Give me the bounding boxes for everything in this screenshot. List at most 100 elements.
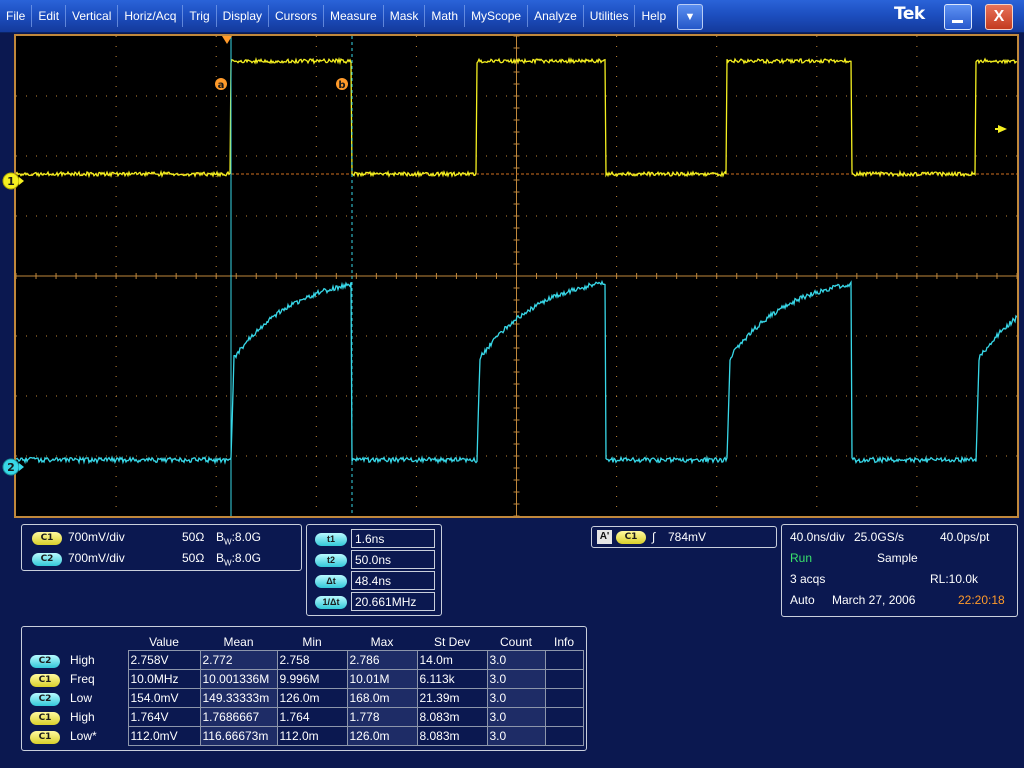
menu-mask[interactable]: Mask — [384, 0, 425, 32]
header-blank — [28, 633, 68, 651]
menu-myscope[interactable]: MyScope — [465, 0, 527, 32]
measurement-min: 1.764 — [277, 708, 347, 727]
cursor-readout-panel: t1 1.6ns t2 50.0ns Δt 48.4ns 1/Δt 20.661… — [306, 524, 442, 616]
menu-separator — [268, 5, 269, 27]
ch1-bw-value: :8.0G — [232, 530, 261, 544]
trigger-panel[interactable]: A' C1 ∫ 784mV — [591, 526, 777, 548]
measurement-source-badge[interactable]: C1 — [30, 712, 60, 725]
measurement-value: 154.0mV — [128, 689, 200, 708]
waveform-display[interactable]: a b — [14, 34, 1019, 518]
measurement-stdev: 8.083m — [417, 708, 487, 727]
measurement-row[interactable]: C2 High 2.758V 2.772 2.758 2.786 14.0m 3… — [28, 651, 583, 670]
menu-utilities[interactable]: Utilities — [584, 0, 635, 32]
measurement-count: 3.0 — [487, 708, 545, 727]
measurement-max: 10.01M — [347, 670, 417, 689]
menu-help[interactable]: Help — [635, 0, 672, 32]
menu-separator — [182, 5, 183, 27]
menu-cursors[interactable]: Cursors — [269, 0, 323, 32]
menu-display[interactable]: Display — [217, 0, 268, 32]
menu-bar: File Edit Vertical Horiz/Acq Trig Displa… — [0, 0, 1024, 33]
menu-separator — [464, 5, 465, 27]
acquisition-mode: Sample — [877, 551, 918, 565]
tek-logo: Tek — [894, 4, 925, 24]
ch2-vertical-row[interactable]: C2 700mV/div 50Ω BW:8.0G — [30, 550, 300, 568]
timebase: 40.0ns/div — [790, 530, 845, 544]
cursor-t1-value: 1.6ns — [351, 529, 435, 548]
header-info: Info — [545, 633, 583, 651]
measurement-stdev: 8.083m — [417, 727, 487, 746]
measurement-mean: 116.66673m — [200, 727, 277, 746]
cursor-delta-value: 48.4ns — [351, 571, 435, 590]
trigger-mode: Auto — [790, 593, 815, 607]
measurement-stdev: 6.113k — [417, 670, 487, 689]
toolbar-dropdown-button[interactable]: ▼ — [677, 4, 703, 30]
measurement-row[interactable]: C1 Low* 112.0mV 116.66673m 112.0m 126.0m… — [28, 727, 583, 746]
measurement-row[interactable]: C1 Freq 10.0MHz 10.001336M 9.996M 10.01M… — [28, 670, 583, 689]
cursor-delta-row[interactable]: Δt 48.4ns — [313, 571, 437, 591]
ch1-marker-label: 1 — [7, 175, 15, 188]
menu-items: File Edit Vertical Horiz/Acq Trig Displa… — [0, 0, 672, 32]
cursor-inverse-delta-value: 20.661MHz — [351, 592, 435, 611]
menu-horiz-acq[interactable]: Horiz/Acq — [118, 0, 182, 32]
rising-edge-icon: ∫ — [652, 530, 655, 544]
menu-trig[interactable]: Trig — [183, 0, 215, 32]
minimize-button[interactable] — [944, 4, 972, 30]
menu-math[interactable]: Math — [425, 0, 464, 32]
measurement-stdev: 14.0m — [417, 651, 487, 670]
header-value: Value — [128, 633, 200, 651]
measurement-table: Value Mean Min Max St Dev Count Info C2 … — [28, 633, 584, 746]
ch2-bw-value: :8.0G — [232, 551, 261, 565]
measurement-source-badge[interactable]: C1 — [30, 731, 60, 744]
menu-separator — [117, 5, 118, 27]
measurement-source-badge[interactable]: C2 — [30, 655, 60, 668]
measurement-info — [545, 651, 583, 670]
measurement-source-badge[interactable]: C2 — [30, 693, 60, 706]
measurement-value: 1.764V — [128, 708, 200, 727]
ch1-vertical-row[interactable]: C1 700mV/div 50Ω BW:8.0G — [30, 529, 300, 547]
channel-marker-strip: 1 2 — [0, 36, 30, 516]
chevron-down-icon: ▼ — [685, 11, 696, 23]
measurement-name: High — [68, 708, 128, 727]
close-button[interactable]: X — [985, 4, 1013, 30]
cursor-inverse-delta-row[interactable]: 1/Δt 20.661MHz — [313, 592, 437, 612]
cursor-t2-row[interactable]: t2 50.0ns — [313, 550, 437, 570]
cursor-t1-row[interactable]: t1 1.6ns — [313, 529, 437, 549]
measurement-max: 2.786 — [347, 651, 417, 670]
menu-file[interactable]: File — [0, 0, 31, 32]
measurement-source-cell: C2 — [28, 689, 68, 708]
ch1-marker-arrow — [19, 177, 24, 185]
measurement-max: 168.0m — [347, 689, 417, 708]
menu-measure[interactable]: Measure — [324, 0, 383, 32]
measurement-value: 10.0MHz — [128, 670, 200, 689]
cursor-b-label: b — [338, 80, 345, 91]
ch1-badge[interactable]: C1 — [32, 532, 62, 545]
measurement-info — [545, 689, 583, 708]
ch2-scale: 700mV/div — [68, 551, 125, 565]
measurement-info — [545, 708, 583, 727]
measurement-source-badge[interactable]: C1 — [30, 674, 60, 687]
menu-edit[interactable]: Edit — [32, 0, 65, 32]
measurement-header-row: Value Mean Min Max St Dev Count Info — [28, 633, 583, 651]
measurement-stdev: 21.39m — [417, 689, 487, 708]
ch2-badge[interactable]: C2 — [32, 553, 62, 566]
measurement-value: 2.758V — [128, 651, 200, 670]
measurement-row[interactable]: C1 High 1.764V 1.7686667 1.764 1.778 8.0… — [28, 708, 583, 727]
minimize-icon — [952, 20, 963, 23]
acquisition-panel[interactable]: 40.0ns/div 25.0GS/s 40.0ps/pt Run Sample… — [781, 524, 1018, 617]
ch2-bw-sub: W — [224, 558, 232, 567]
menu-analyze[interactable]: Analyze — [528, 0, 583, 32]
measurement-source-cell: C1 — [28, 708, 68, 727]
sample-rate: 25.0GS/s — [854, 530, 904, 544]
ch1-scale: 700mV/div — [68, 530, 125, 544]
menu-separator — [583, 5, 584, 27]
measurement-value: 112.0mV — [128, 727, 200, 746]
ch1-bandwidth: BW:8.0G — [216, 530, 261, 546]
measurement-count: 3.0 — [487, 689, 545, 708]
trigger-level: 784mV — [668, 530, 706, 544]
measurement-min: 2.758 — [277, 651, 347, 670]
measurement-min: 9.996M — [277, 670, 347, 689]
measurement-row[interactable]: C2 Low 154.0mV 149.33333m 126.0m 168.0m … — [28, 689, 583, 708]
ch2-impedance: 50Ω — [182, 551, 204, 565]
cursor-a-label: a — [218, 80, 225, 91]
menu-vertical[interactable]: Vertical — [66, 0, 117, 32]
